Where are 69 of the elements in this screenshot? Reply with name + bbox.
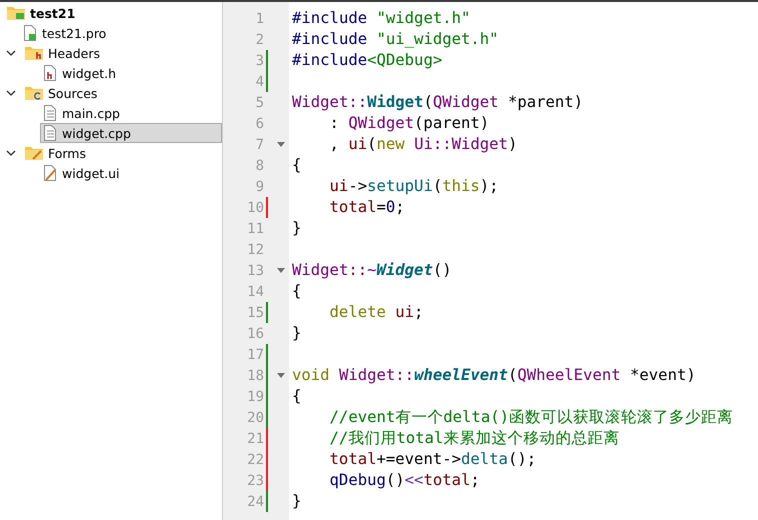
- line-number: 3: [254, 52, 264, 68]
- folder-icon: [25, 146, 43, 160]
- line-number: 1: [254, 10, 264, 26]
- code-line: : QWidget(parent): [330, 113, 490, 134]
- code-line: {: [292, 281, 302, 302]
- code-line: total=0;: [330, 197, 406, 218]
- folder-icon: [7, 6, 25, 20]
- line-number: 4: [254, 74, 264, 90]
- line-number: 11: [246, 220, 264, 236]
- line-number: 23: [246, 472, 264, 488]
- code-line: , ui(new Ui::Widget): [330, 134, 518, 155]
- code-line: void Widget::wheelEvent(QWheelEvent *event): [292, 365, 697, 386]
- tree-item[interactable]: main.cpp: [40, 103, 222, 123]
- line-number: 19: [246, 388, 264, 404]
- file-icon: [23, 25, 37, 41]
- code-line: }: [292, 491, 302, 512]
- code-line: #include<QDebug>: [292, 50, 444, 71]
- fold-icon[interactable]: [277, 142, 285, 148]
- code-line: }: [292, 323, 302, 344]
- line-number: 18: [246, 368, 264, 384]
- file-icon: [43, 105, 57, 121]
- tree-item[interactable]: Forms: [22, 143, 222, 163]
- code-line: qDebug()<<total;: [330, 470, 481, 491]
- tree-item[interactable]: test21: [4, 3, 222, 23]
- line-number: 21: [246, 430, 264, 446]
- line-number: 12: [246, 242, 264, 258]
- line-number: 6: [254, 116, 264, 132]
- code-line: {: [292, 155, 302, 176]
- line-number: 8: [254, 158, 264, 174]
- code-line: {: [292, 386, 302, 407]
- file-icon: [43, 65, 57, 81]
- line-number: 7: [254, 136, 264, 152]
- file-icon: [43, 125, 57, 141]
- code-line: total+=event->delta();: [330, 449, 538, 470]
- fold-icon[interactable]: [277, 268, 285, 274]
- line-number: 10: [246, 200, 264, 216]
- line-number: 16: [246, 326, 264, 342]
- tree-item[interactable]: widget.ui: [40, 163, 222, 183]
- tree-item[interactable]: widget.cpp: [40, 123, 222, 143]
- fold-icon[interactable]: [277, 372, 285, 378]
- line-number: 2: [254, 32, 264, 48]
- code-line: ui->setupUi(this);: [330, 176, 500, 197]
- code-line: delete ui;: [330, 302, 424, 323]
- line-number: 24: [246, 494, 264, 510]
- tree-item[interactable]: widget.h: [40, 63, 222, 83]
- code-line: }: [292, 218, 302, 239]
- code-line: //event有一个delta()函数可以获取滚轮滚了多少距离: [330, 407, 734, 428]
- line-number: 14: [246, 284, 264, 300]
- code-line: #include "ui_widget.h": [292, 29, 500, 50]
- code-line: Widget::Widget(QWidget *parent): [292, 92, 584, 113]
- chevron-icon[interactable]: [6, 88, 16, 98]
- tree-item[interactable]: Headers: [22, 43, 222, 63]
- file-icon: [43, 165, 57, 181]
- tree-item[interactable]: Sources: [22, 83, 222, 103]
- code-line: #include "widget.h": [292, 8, 472, 29]
- chevron-icon[interactable]: [6, 148, 16, 158]
- line-number: 13: [246, 262, 264, 278]
- line-number: 20: [246, 410, 264, 426]
- code-line: //我们用total来累加这个移动的总距离: [330, 428, 620, 449]
- folder-icon: [25, 86, 43, 100]
- line-number: 17: [246, 346, 264, 362]
- chevron-icon[interactable]: [6, 48, 16, 58]
- code-line: Widget::~Widget(): [292, 260, 453, 281]
- tree-item[interactable]: test21.pro: [20, 23, 222, 43]
- line-number: 15: [246, 304, 264, 320]
- line-number: 22: [246, 452, 264, 468]
- folder-icon: [25, 46, 43, 60]
- line-number: 9: [254, 178, 264, 194]
- line-number: 5: [254, 94, 264, 110]
